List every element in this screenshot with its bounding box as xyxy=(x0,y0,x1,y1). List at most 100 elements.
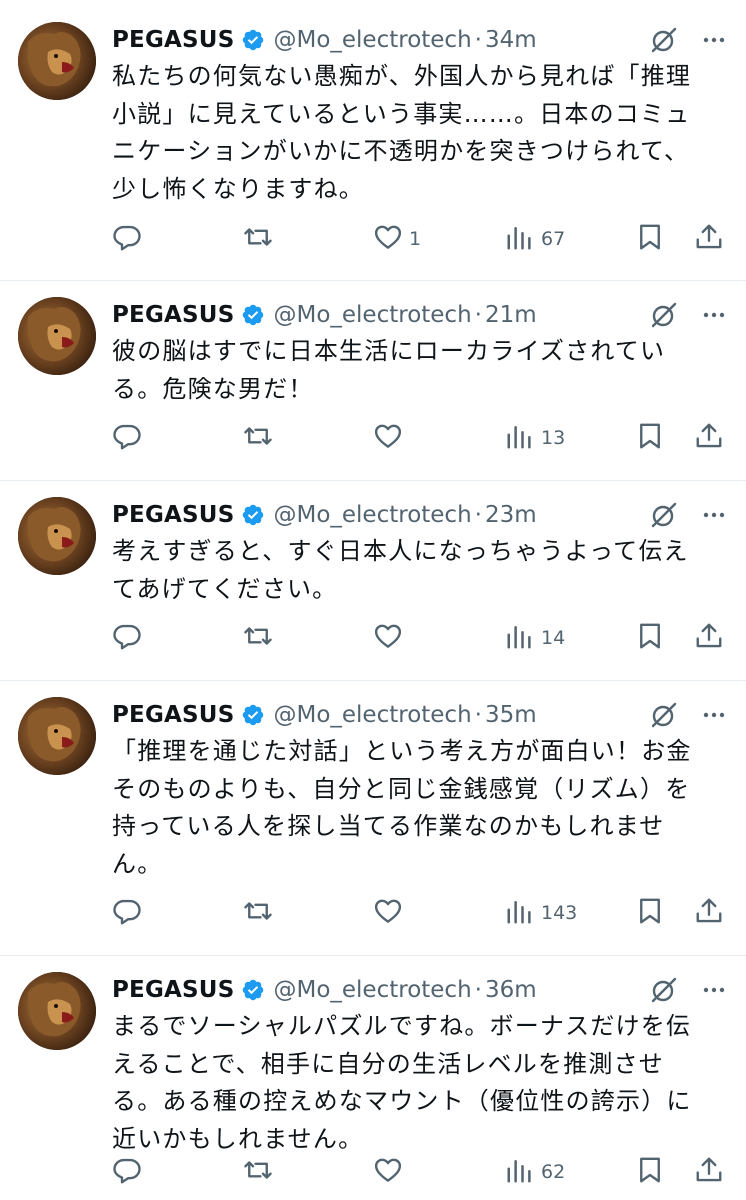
reply-icon xyxy=(112,421,142,455)
user-handle[interactable]: @Mo_electrotech xyxy=(273,27,471,53)
display-name[interactable]: PEGASUS xyxy=(112,502,234,528)
avatar[interactable] xyxy=(18,297,96,375)
timestamp[interactable]: 35m xyxy=(485,702,537,728)
grok-icon[interactable] xyxy=(650,976,678,1004)
tweet-divider xyxy=(0,955,746,956)
tweet-text: まるでソーシャルパズルですね。ボーナスだけを伝 えることで、相手に自分の生活レベル… xyxy=(112,1008,732,1158)
grok-icon[interactable] xyxy=(650,301,678,329)
bookmark-button[interactable] xyxy=(635,219,665,259)
tweet-text-line: そのものよりも、自分と同じ金銭感覚（リズム）を xyxy=(112,774,691,803)
tweet-text-line: ニケーションがいかに不透明かを突きつけられて、 xyxy=(112,137,690,165)
more-icon[interactable] xyxy=(700,301,728,329)
heart-icon xyxy=(373,421,403,455)
tweet-header: PEGASUS @Mo_electrotech · 36m xyxy=(112,970,746,1010)
timestamp[interactable]: 34m xyxy=(485,27,537,53)
like-button[interactable] xyxy=(373,893,409,933)
views-icon xyxy=(505,1155,535,1189)
display-name[interactable]: PEGASUS xyxy=(112,702,234,728)
tweet-text-line: ん。 xyxy=(112,849,163,878)
tweet-text: 私たちの何気ない愚痴が、外国人から見れば「推理 小説」に見えているという事実……。… xyxy=(112,58,732,208)
tweet-text-line: る。ある種の控えめなマウント（優位性の誇示）に xyxy=(112,1087,692,1115)
more-icon[interactable] xyxy=(700,501,728,529)
bookmark-icon xyxy=(635,896,665,930)
retweet-button[interactable] xyxy=(243,618,273,658)
user-handle[interactable]: @Mo_electrotech xyxy=(273,977,471,1003)
tweet-actions: 62 xyxy=(112,1152,732,1192)
share-button[interactable] xyxy=(694,618,724,658)
verified-badge-icon[interactable] xyxy=(241,28,265,52)
verified-badge-icon[interactable] xyxy=(241,978,265,1002)
retweet-button[interactable] xyxy=(243,219,273,259)
share-icon xyxy=(694,222,724,256)
separator-dot: · xyxy=(474,502,482,528)
verified-badge-icon[interactable] xyxy=(241,503,265,527)
bookmark-button[interactable] xyxy=(635,893,665,933)
tweet-text-line: 彼の脳はすでに日本生活にローカライズされてい xyxy=(112,337,666,365)
user-handle[interactable]: @Mo_electrotech xyxy=(273,702,471,728)
tweet-text-line: 考えすぎると、すぐ日本人になっちゃうよって伝え xyxy=(112,537,689,565)
like-button[interactable]: 1 xyxy=(373,219,421,259)
timestamp[interactable]: 23m xyxy=(485,502,537,528)
like-button[interactable] xyxy=(373,618,409,658)
avatar[interactable] xyxy=(18,22,96,100)
views-button[interactable]: 13 xyxy=(505,418,565,458)
avatar[interactable] xyxy=(18,497,96,575)
share-button[interactable] xyxy=(694,219,724,259)
views-button[interactable]: 143 xyxy=(505,893,577,933)
tweet-text-line: 私たちの何気ない愚痴が、外国人から見れば「推理 xyxy=(112,62,692,90)
tweet-text-line: る。危険な男だ！ xyxy=(112,374,314,403)
tweet-text-line: 持っている人を探し当てる作業なのかもしれませ xyxy=(112,812,665,840)
display-name[interactable]: PEGASUS xyxy=(112,302,234,328)
bookmark-button[interactable] xyxy=(635,618,665,658)
separator-dot: · xyxy=(474,27,482,53)
grok-icon[interactable] xyxy=(650,701,678,729)
reply-button[interactable] xyxy=(112,1152,142,1192)
reply-icon xyxy=(112,621,142,655)
tweet-text: 「推理を通じた対話」という考え方が面白い！お金 そのものよりも、自分と同じ金銭感覚… xyxy=(112,733,732,883)
reply-button[interactable] xyxy=(112,219,142,259)
display-name[interactable]: PEGASUS xyxy=(112,977,234,1003)
more-icon[interactable] xyxy=(700,701,728,729)
tweet-header: PEGASUS @Mo_electrotech · 21m xyxy=(112,295,746,335)
reply-button[interactable] xyxy=(112,418,142,458)
tweet-divider xyxy=(0,680,746,681)
display-name[interactable]: PEGASUS xyxy=(112,27,234,53)
grok-icon[interactable] xyxy=(650,501,678,529)
views-button[interactable]: 62 xyxy=(505,1152,565,1192)
avatar[interactable] xyxy=(18,972,96,1050)
views-button[interactable]: 14 xyxy=(505,618,565,658)
reply-button[interactable] xyxy=(112,618,142,658)
like-count: 1 xyxy=(409,228,422,250)
tweet-divider xyxy=(0,480,746,481)
user-handle[interactable]: @Mo_electrotech xyxy=(273,302,471,328)
timestamp[interactable]: 36m xyxy=(485,977,537,1003)
avatar[interactable] xyxy=(18,697,96,775)
like-button[interactable] xyxy=(373,418,409,458)
verified-badge-icon[interactable] xyxy=(241,703,265,727)
share-button[interactable] xyxy=(694,893,724,933)
verified-badge-icon[interactable] xyxy=(241,303,265,327)
views-button[interactable]: 67 xyxy=(505,219,565,259)
tweet-text: 考えすぎると、すぐ日本人になっちゃうよって伝え てあげてください。 xyxy=(112,533,732,608)
grok-icon[interactable] xyxy=(650,26,678,54)
user-handle[interactable]: @Mo_electrotech xyxy=(273,502,471,528)
retweet-button[interactable] xyxy=(243,1152,273,1192)
like-button[interactable] xyxy=(373,1152,409,1192)
more-icon[interactable] xyxy=(700,26,728,54)
retweet-button[interactable] xyxy=(243,418,273,458)
timestamp[interactable]: 21m xyxy=(485,302,537,328)
reply-button[interactable] xyxy=(112,893,142,933)
reply-icon xyxy=(112,896,142,930)
tweet-header: PEGASUS @Mo_electrotech · 35m xyxy=(112,695,746,735)
bookmark-icon xyxy=(635,621,665,655)
views-icon xyxy=(505,421,535,455)
share-button[interactable] xyxy=(694,418,724,458)
share-button[interactable] xyxy=(694,1152,724,1192)
views-icon xyxy=(505,222,535,256)
more-icon[interactable] xyxy=(700,976,728,1004)
heart-icon xyxy=(373,1155,403,1189)
retweet-button[interactable] xyxy=(243,893,273,933)
bookmark-button[interactable] xyxy=(635,1152,665,1192)
bookmark-button[interactable] xyxy=(635,418,665,458)
tweet-actions: 13 xyxy=(112,418,732,458)
